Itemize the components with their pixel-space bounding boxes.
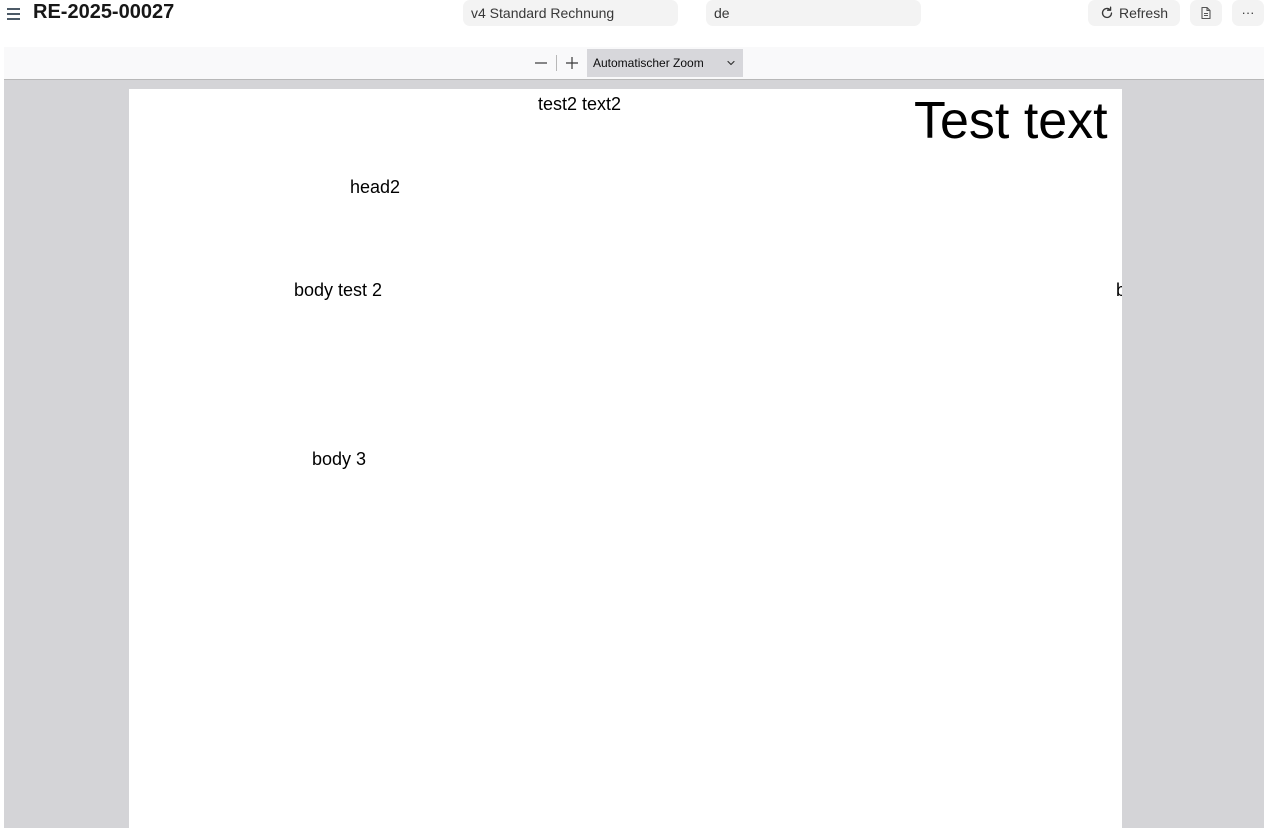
- more-button[interactable]: ···: [1232, 0, 1264, 26]
- chevron-down-icon: [727, 60, 735, 66]
- refresh-label: Refresh: [1118, 5, 1169, 21]
- print-document-button[interactable]: [1190, 0, 1222, 26]
- language-select[interactable]: de: [706, 0, 921, 26]
- pdf-toolbar: Automatischer Zoom: [4, 47, 1264, 80]
- menu-icon[interactable]: [6, 5, 22, 21]
- page-title: RE-2025-00027: [33, 1, 175, 23]
- pdf-viewer[interactable]: Automatischer Zoom test2 text2 Test text…: [4, 47, 1264, 828]
- template-select[interactable]: v4 Standard Rechnung: [463, 0, 678, 26]
- pdf-text-head2: head2: [350, 177, 401, 197]
- pdf-text-test2: test2 text2: [538, 94, 622, 114]
- minus-icon: [535, 62, 547, 64]
- refresh-icon: [1101, 6, 1113, 19]
- zoom-select[interactable]: Automatischer Zoom: [587, 49, 743, 77]
- header: RE-2025-00027 v4 Standard Rechnung de Re…: [0, 0, 1268, 30]
- zoom-select-label: Automatischer Zoom: [593, 56, 704, 70]
- pdf-text-clipped: b: [1116, 280, 1122, 300]
- zoom-out-button[interactable]: [530, 52, 552, 74]
- refresh-button[interactable]: Refresh: [1088, 0, 1180, 26]
- document-icon: [1201, 6, 1211, 20]
- plus-icon: [566, 57, 578, 69]
- pdf-text-body3: body 3: [312, 449, 367, 469]
- more-icon: ···: [1241, 5, 1255, 20]
- toolbar-separator: [556, 55, 557, 71]
- pdf-text-heading: Test text: [914, 92, 1108, 150]
- pdf-text-body2: body test 2: [294, 280, 383, 300]
- zoom-in-button[interactable]: [561, 52, 583, 74]
- pdf-page: test2 text2 Test text head2 body test 2 …: [129, 89, 1122, 828]
